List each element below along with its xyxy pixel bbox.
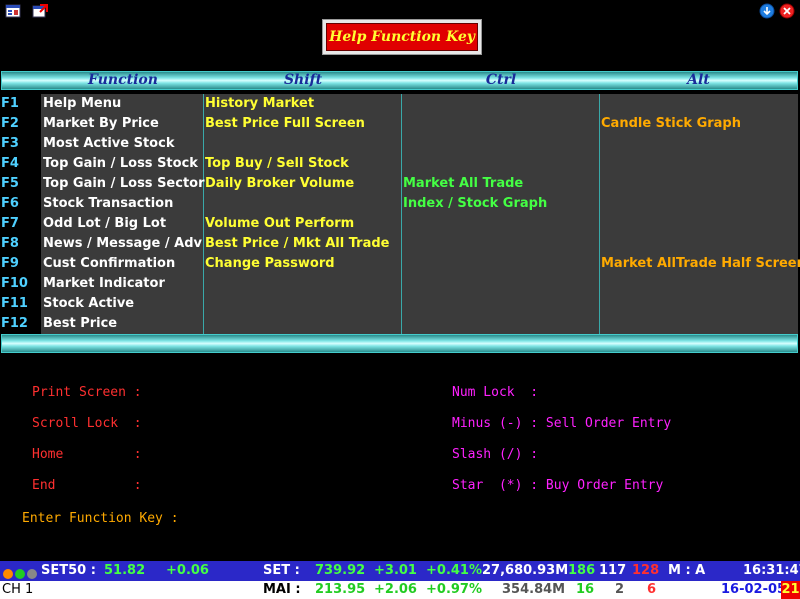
function-key: F5 <box>1 176 19 191</box>
channel-label: CH 1 <box>2 582 34 597</box>
set-unchanged-count: 117 <box>599 563 627 578</box>
page-title: Help Function Key <box>326 23 478 51</box>
header-bar: Function Shift Ctrl Alt <box>1 71 798 90</box>
set-change: +3.01 <box>374 563 417 578</box>
function-key: F4 <box>1 156 19 171</box>
set50-change: +0.06 <box>166 563 209 578</box>
function-key: F1 <box>1 96 19 111</box>
home-label: Home : <box>32 447 142 462</box>
download-icon[interactable] <box>759 3 775 19</box>
header-function: Function <box>88 72 158 88</box>
ctrl-cell[interactable]: Market All Trade <box>403 174 523 194</box>
window-icon[interactable] <box>5 3 21 19</box>
title-box: Help Function Key <box>322 19 482 55</box>
function-cell[interactable]: News / Message / Adv <box>43 234 202 254</box>
set-pct: +0.41% <box>426 563 482 578</box>
set-value: 739.92 <box>315 563 366 578</box>
date-label: 16-02-05 <box>721 582 787 597</box>
function-key: F3 <box>1 136 19 151</box>
shift-cell[interactable]: Volume Out Perform <box>205 214 354 234</box>
date-badge: 21 <box>781 581 800 599</box>
enter-function-key-prompt[interactable]: Enter Function Key : <box>22 511 179 526</box>
mai-label: MAI : <box>263 582 301 597</box>
function-cell[interactable]: Stock Active <box>43 294 134 314</box>
function-cell[interactable]: Best Price <box>43 314 117 334</box>
function-key: F12 <box>1 316 28 331</box>
star-label: Star (*) : Buy Order Entry <box>452 478 664 493</box>
function-key-table: F1 Help Menu History Market F2 Market By Pri… <box>1 94 800 334</box>
function-cell[interactable]: Odd Lot / Big Lot <box>43 214 166 234</box>
shift-cell[interactable]: Best Price / Mkt All Trade <box>205 234 390 254</box>
function-cell[interactable]: Cust Confirmation <box>43 254 175 274</box>
function-key: F9 <box>1 256 19 271</box>
shift-cell[interactable]: Best Price Full Screen <box>205 114 365 134</box>
set-up-count: 186 <box>568 563 596 578</box>
alt-cell[interactable]: Market AllTrade Half Screen <box>601 254 800 274</box>
set50-value: 51.82 <box>104 563 146 578</box>
mai-unchanged-count: 2 <box>615 582 625 597</box>
function-cell[interactable]: Top Gain / Loss Stock <box>43 154 198 174</box>
status-bar-set: SET50 : 51.82 +0.06 SET : 739.92 +3.01 +… <box>0 561 800 581</box>
mai-value: 213.95 <box>315 582 366 597</box>
function-cell[interactable]: Market Indicator <box>43 274 165 294</box>
shift-cell[interactable]: Top Buy / Sell Stock <box>205 154 349 174</box>
function-key: F8 <box>1 236 19 251</box>
mai-down-count: 6 <box>647 582 657 597</box>
close-icon[interactable] <box>779 3 795 19</box>
function-key: F6 <box>1 196 19 211</box>
header-ctrl: Ctrl <box>485 72 517 88</box>
mai-volume: 354.84M <box>502 582 566 597</box>
shift-cell[interactable]: Daily Broker Volume <box>205 174 354 194</box>
set50-label: SET50 : <box>41 563 96 578</box>
minus-label: Minus (-) : Sell Order Entry <box>452 416 672 431</box>
footer-bar <box>1 334 798 353</box>
num-lock-label: Num Lock : <box>452 385 539 400</box>
function-cell[interactable]: Most Active Stock <box>43 134 174 154</box>
shift-cell[interactable]: Change Password <box>205 254 335 274</box>
mai-pct: +0.97% <box>426 582 482 597</box>
set-volume: 27,680.93M <box>482 563 569 578</box>
function-cell[interactable]: Market By Price <box>43 114 159 134</box>
function-cell[interactable]: Help Menu <box>43 94 121 114</box>
mai-change: +2.06 <box>374 582 417 597</box>
function-key: F10 <box>1 276 28 291</box>
ctrl-cell[interactable]: Index / Stock Graph <box>403 194 547 214</box>
function-key: F11 <box>1 296 28 311</box>
market-status: M : A <box>668 563 706 578</box>
mai-up-count: 16 <box>576 582 595 597</box>
function-cell[interactable]: Stock Transaction <box>43 194 173 214</box>
clock-time: 16:31:47 <box>743 563 800 578</box>
alt-cell[interactable]: Candle Stick Graph <box>601 114 741 134</box>
print-screen-label: Print Screen : <box>32 385 142 400</box>
set-down-count: 128 <box>632 563 660 578</box>
scroll-lock-label: Scroll Lock : <box>32 416 142 431</box>
function-key: F2 <box>1 116 19 131</box>
shift-cell[interactable]: History Market <box>205 94 314 114</box>
exit-icon[interactable] <box>32 3 48 19</box>
end-label: End : <box>32 478 142 493</box>
function-cell[interactable]: Top Gain / Loss Sector <box>43 174 205 194</box>
header-shift: Shift <box>283 72 323 88</box>
set-label: SET : <box>263 563 300 578</box>
status-bar-mai: CH 1 MAI : 213.95 +2.06 +0.97% 354.84M 1… <box>0 581 800 599</box>
header-alt: Alt <box>687 72 710 88</box>
slash-label: Slash (/) : <box>452 447 539 462</box>
function-key: F7 <box>1 216 19 231</box>
